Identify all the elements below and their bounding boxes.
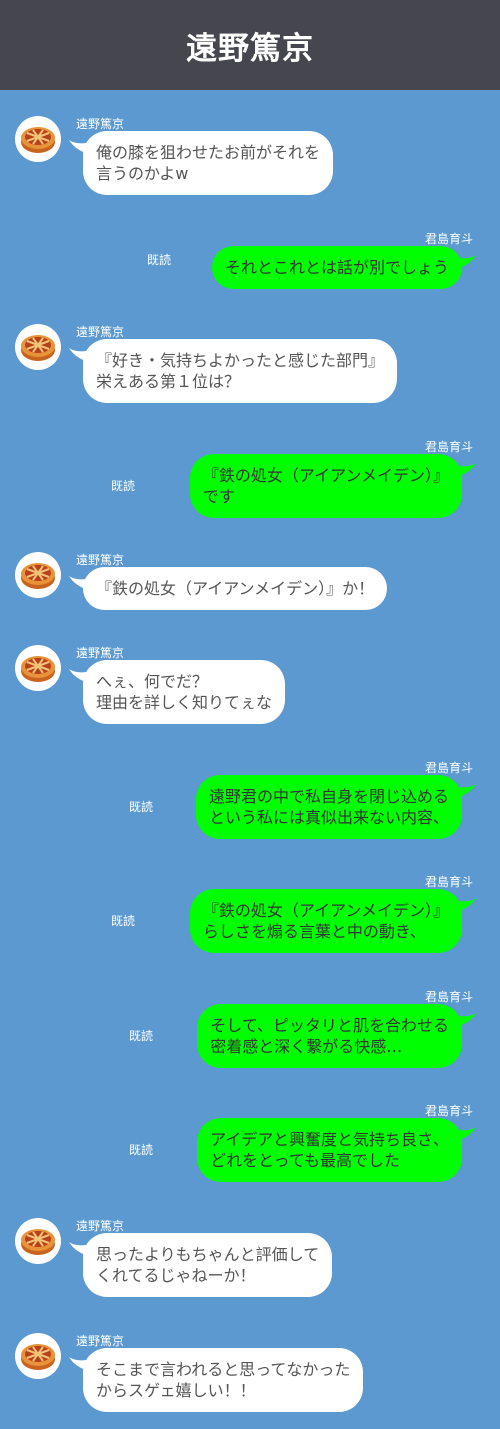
sender-name: 遠野篤京	[76, 1219, 125, 1233]
read-receipt: 既読	[129, 1029, 154, 1043]
avatar[interactable]	[15, 1218, 61, 1264]
chat-header: 遠野篤京	[0, 0, 500, 90]
message-text: くれてるじゃねーか！	[96, 1266, 256, 1285]
message-text: それとこれとは話が別でしょう	[224, 258, 449, 277]
pie-icon	[21, 1229, 55, 1255]
sender-name: 君島育斗	[424, 232, 473, 246]
message-bubble[interactable]: へぇ、何でだ？ 理由を詳しく知りてぇな	[69, 660, 286, 724]
sender-name: 遠野篤京	[76, 117, 125, 131]
message-text: 『鉄の処女（アイアンメイデン）』	[202, 901, 449, 920]
pie-icon	[21, 563, 55, 589]
message-bubble[interactable]: 『鉄の処女（アイアンメイデン）』か！	[69, 567, 388, 610]
sender-name: 君島育斗	[424, 440, 473, 454]
message-bubble[interactable]: 遠野君の中で私自身を閉じ込める という私には真似出来ない内容、	[195, 775, 476, 839]
message-text: 密着感と深く繋がる快感…	[210, 1037, 403, 1056]
message-text: アイデアと興奮度と気持ち良さ、	[210, 1130, 449, 1149]
message-bubble[interactable]: 思ったよりもちゃんと評価して くれてるじゃねーか！	[69, 1233, 333, 1297]
chat-title: 遠野篤京	[186, 30, 314, 67]
message-text: 思ったよりもちゃんと評価して	[96, 1245, 320, 1264]
message-text: です	[202, 487, 235, 506]
pie-icon	[21, 1344, 55, 1370]
message-bubble[interactable]: アイデアと興奮度と気持ち良さ、 どれをとっても最高でした	[197, 1118, 476, 1182]
avatar[interactable]	[15, 645, 61, 691]
avatar[interactable]	[15, 1333, 61, 1379]
message-text: 遠野君の中で私自身を閉じ込める	[208, 787, 449, 806]
read-receipt: 既読	[129, 800, 154, 814]
message-text: らしさを煽る言葉と中の動き、	[202, 922, 426, 941]
message-text: どれをとっても最高でした	[210, 1151, 401, 1170]
message-text: からスゲェ嬉しい！！	[96, 1381, 256, 1400]
message-text: そこまで言われると思ってなかった	[96, 1360, 351, 1379]
sender-name: 君島育斗	[424, 875, 473, 889]
message-bubble[interactable]: そこまで言われると思ってなかった からスゲェ嬉しい！！	[69, 1348, 364, 1412]
message-text: 理由を詳しく知りてぇな	[96, 693, 273, 712]
message-bubble[interactable]: 『好き・気持ちよかったと感じた部門』 栄えある第１位は？	[69, 339, 398, 403]
pie-icon	[21, 656, 55, 682]
message-text: 『好き・気持ちよかったと感じた部門』	[96, 351, 385, 370]
message-bubble[interactable]: 『鉄の処女（アイアンメイデン）』 らしさを煽る言葉と中の動き、	[189, 889, 476, 953]
pie-icon	[21, 335, 55, 361]
sender-name: 遠野篤京	[76, 1334, 125, 1348]
read-receipt: 既読	[111, 479, 136, 493]
sender-name: 君島育斗	[424, 1104, 473, 1118]
read-receipt: 既読	[129, 1143, 154, 1157]
pie-icon	[21, 127, 55, 153]
avatar[interactable]	[15, 552, 61, 598]
message-bubble[interactable]: それとこれとは話が別でしょう	[211, 246, 476, 289]
avatar[interactable]	[15, 116, 61, 162]
message-text: 栄えある第１位は？	[96, 372, 241, 391]
sender-name: 遠野篤京	[76, 325, 125, 339]
message-bubble[interactable]: 『鉄の処女（アイアンメイデン）』 です	[189, 454, 476, 518]
message-text: 言うのかよw	[96, 164, 189, 183]
sender-name: 遠野篤京	[76, 646, 125, 660]
read-receipt: 既読	[147, 253, 172, 267]
sender-name: 君島育斗	[424, 990, 473, 1004]
message-text: という私には真似出来ない内容、	[208, 808, 449, 827]
message-text: 俺の膝を狙わせたお前がそれを	[96, 143, 321, 162]
message-bubble[interactable]: そして、ピッタリと肌を合わせる 密着感と深く繋がる快感…	[197, 1004, 476, 1068]
message-text: 『鉄の処女（アイアンメイデン）』か！	[96, 579, 375, 598]
avatar[interactable]	[15, 324, 61, 370]
message-text: 『鉄の処女（アイアンメイデン）』	[202, 466, 449, 485]
message-text: へぇ、何でだ？	[96, 672, 209, 691]
sender-name: 君島育斗	[424, 761, 473, 775]
message-text: そして、ピッタリと肌を合わせる	[210, 1016, 449, 1035]
sender-name: 遠野篤京	[76, 553, 125, 567]
read-receipt: 既読	[111, 914, 136, 928]
message-bubble[interactable]: 俺の膝を狙わせたお前がそれを 言うのかよw	[69, 131, 334, 195]
